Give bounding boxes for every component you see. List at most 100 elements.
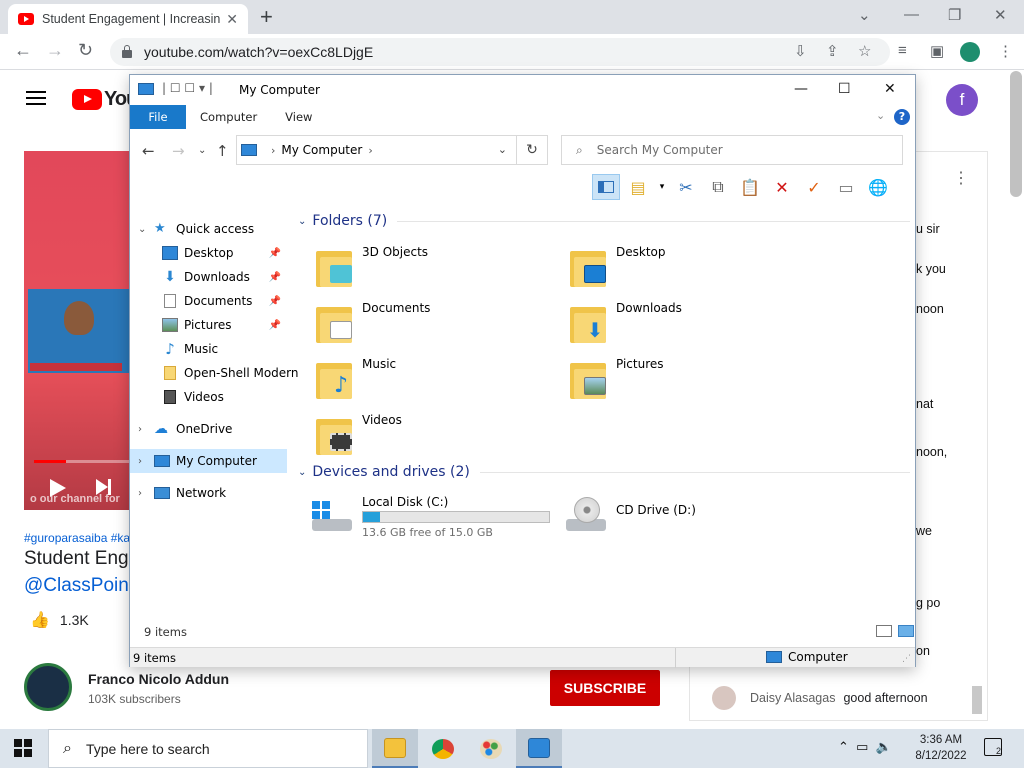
tab-search-icon[interactable]: ⌄ bbox=[858, 6, 871, 24]
side-panel-icon[interactable]: ▣ bbox=[930, 42, 944, 60]
breadcrumb-chevron-icon[interactable]: › bbox=[271, 144, 275, 157]
pin-icon[interactable]: 📌 bbox=[269, 272, 281, 283]
new-tab-button[interactable]: + bbox=[260, 4, 273, 30]
start-windows-icon[interactable] bbox=[14, 739, 32, 757]
chat-more-icon[interactable]: ⋮ bbox=[953, 168, 969, 188]
sidebar-item-my-computer[interactable]: › My Computer bbox=[130, 449, 287, 473]
taskbar-paint[interactable] bbox=[468, 729, 514, 768]
window-minimize-button[interactable]: — bbox=[904, 6, 919, 23]
quick-access-toolbar[interactable]: | ☐ ☐ ▾ | bbox=[162, 81, 213, 95]
sidebar-item-network[interactable]: › Network bbox=[130, 481, 287, 505]
drive-cd-d[interactable]: CD Drive (D:) bbox=[564, 495, 814, 539]
expand-arrow-icon[interactable]: › bbox=[138, 424, 142, 435]
window-close-button[interactable]: ✕ bbox=[994, 6, 1007, 24]
breadcrumb-chevron-icon[interactable]: › bbox=[368, 144, 372, 157]
tab-file[interactable]: File bbox=[130, 105, 186, 129]
sidebar-item-open-shell[interactable]: Open-Shell Modern bbox=[130, 361, 299, 385]
help-icon[interactable]: ? bbox=[894, 109, 910, 125]
large-icons-view-icon[interactable] bbox=[898, 625, 914, 637]
expand-arrow-icon[interactable]: › bbox=[138, 456, 142, 467]
explorer-forward-icon[interactable]: → bbox=[172, 142, 185, 160]
collapse-arrow-icon[interactable]: ⌄ bbox=[138, 224, 146, 235]
folder-music[interactable]: ♪ Music bbox=[316, 355, 546, 405]
up-arrow-icon[interactable]: ↑ bbox=[216, 142, 229, 160]
sidebar-item-downloads[interactable]: ⬇ Downloads 📌 bbox=[130, 265, 287, 289]
taskbar-my-computer[interactable] bbox=[516, 729, 562, 768]
sidebar-item-onedrive[interactable]: › ☁ OneDrive bbox=[130, 417, 287, 441]
paste-icon[interactable]: 📋 bbox=[736, 174, 764, 200]
folder-pictures[interactable]: Pictures bbox=[570, 355, 800, 405]
collapse-chevron-icon[interactable]: ⌄ bbox=[298, 216, 306, 227]
system-tray-icons[interactable]: ⌃ ▭ 🔈 bbox=[838, 739, 892, 755]
network-globe-icon[interactable]: 🌐 bbox=[864, 174, 892, 200]
folder-3d-objects[interactable]: 3D Objects bbox=[316, 243, 546, 293]
explorer-title-bar[interactable]: | ☐ ☐ ▾ | My Computer — ☐ ✕ bbox=[130, 75, 915, 105]
taskbar-file-explorer[interactable] bbox=[372, 729, 418, 768]
explorer-minimize-button[interactable]: — bbox=[794, 81, 808, 97]
channel-avatar[interactable] bbox=[24, 663, 72, 711]
properties-icon[interactable]: ▭ bbox=[832, 174, 860, 200]
video-hashtags[interactable]: #guroparasaiba #ka bbox=[24, 531, 130, 545]
browser-tab-active[interactable]: Student Engagement | Increasing ✕ bbox=[8, 4, 248, 34]
install-icon[interactable]: ⇩ bbox=[794, 42, 807, 60]
video-progress-bar[interactable] bbox=[34, 460, 130, 463]
forward-arrow-icon[interactable]: → bbox=[46, 40, 64, 61]
back-arrow-icon[interactable]: ← bbox=[14, 40, 32, 61]
user-avatar[interactable]: f bbox=[946, 84, 978, 116]
media-control-icon[interactable]: ≡ bbox=[898, 42, 907, 59]
pin-icon[interactable]: 📌 bbox=[269, 296, 281, 307]
new-folder-dropdown-icon[interactable]: ▾ bbox=[656, 174, 668, 200]
reload-icon[interactable]: ↻ bbox=[78, 40, 93, 61]
sidebar-item-videos[interactable]: Videos bbox=[130, 385, 287, 409]
address-bar[interactable]: youtube.com/watch?v=oexCc8LDjgE bbox=[110, 38, 890, 66]
youtube-logo[interactable]: You bbox=[72, 88, 138, 111]
subscribe-button[interactable]: SUBSCRIBE bbox=[550, 670, 660, 706]
folder-downloads[interactable]: ⬇ Downloads bbox=[570, 299, 800, 349]
sidebar-item-documents[interactable]: Documents 📌 bbox=[130, 289, 287, 313]
breadcrumb[interactable]: My Computer bbox=[281, 143, 362, 157]
pin-icon[interactable]: 📌 bbox=[269, 320, 281, 331]
bookmark-star-icon[interactable]: ☆ bbox=[858, 42, 871, 60]
explorer-close-button[interactable]: ✕ bbox=[884, 81, 896, 97]
resize-grip-icon[interactable]: ⋰ bbox=[902, 654, 911, 664]
folders-group-header[interactable]: ⌄ Folders (7) bbox=[298, 213, 910, 229]
preview-pane-icon[interactable] bbox=[592, 174, 620, 200]
tab-computer[interactable]: Computer bbox=[186, 105, 271, 129]
drives-group-header[interactable]: ⌄ Devices and drives (2) bbox=[298, 464, 910, 480]
sidebar-item-music[interactable]: ♪ Music bbox=[130, 337, 287, 361]
tab-close-icon[interactable]: ✕ bbox=[226, 11, 238, 28]
delete-icon[interactable]: ✕ bbox=[768, 174, 796, 200]
folder-documents[interactable]: Documents bbox=[316, 299, 546, 349]
tab-view[interactable]: View bbox=[271, 105, 326, 129]
address-dropdown-icon[interactable]: ⌄ bbox=[498, 143, 507, 156]
page-scrollbar[interactable] bbox=[1010, 71, 1022, 197]
taskbar-search-input[interactable]: ⌕ Type here to search bbox=[48, 729, 368, 768]
channel-name[interactable]: Franco Nicolo Addun bbox=[88, 671, 229, 687]
window-restore-button[interactable]: ❐ bbox=[948, 6, 961, 24]
refresh-icon[interactable]: ↻ bbox=[516, 135, 548, 165]
rename-check-icon[interactable]: ✓ bbox=[800, 174, 828, 200]
details-view-icon[interactable] bbox=[876, 625, 892, 637]
explorer-search-input[interactable]: ⌕ Search My Computer bbox=[561, 135, 903, 165]
explorer-address-bar[interactable]: › My Computer › ⌄ bbox=[236, 135, 548, 165]
chat-scrollbar[interactable] bbox=[972, 686, 982, 714]
video-title-mention[interactable]: @ClassPoint bbox=[24, 575, 130, 597]
expand-arrow-icon[interactable]: › bbox=[138, 488, 142, 499]
profile-avatar[interactable] bbox=[960, 42, 980, 62]
cut-icon[interactable]: ✂ bbox=[672, 174, 700, 200]
sidebar-item-pictures[interactable]: Pictures 📌 bbox=[130, 313, 287, 337]
explorer-maximize-button[interactable]: ☐ bbox=[838, 81, 851, 97]
taskbar-chrome[interactable] bbox=[420, 729, 466, 768]
video-player[interactable]: o our channel for bbox=[24, 151, 130, 510]
explorer-back-icon[interactable]: ← bbox=[142, 142, 155, 160]
sidebar-item-quick-access[interactable]: ⌄ ★ Quick access bbox=[130, 217, 287, 241]
notification-icon[interactable]: 2 bbox=[984, 738, 1002, 756]
folder-desktop[interactable]: Desktop bbox=[570, 243, 800, 293]
like-button[interactable]: 👍 1.3K bbox=[30, 610, 89, 630]
hamburger-menu-icon[interactable] bbox=[26, 91, 46, 105]
pin-icon[interactable]: 📌 bbox=[269, 248, 281, 259]
taskbar-clock[interactable]: 3:36 AM 8/12/2022 bbox=[910, 732, 972, 764]
drive-local-disk-c[interactable]: Local Disk (C:) 13.6 GB free of 15.0 GB bbox=[310, 495, 560, 539]
collapse-chevron-icon[interactable]: ⌄ bbox=[298, 467, 306, 478]
recent-locations-icon[interactable]: ⌄ bbox=[198, 145, 206, 156]
